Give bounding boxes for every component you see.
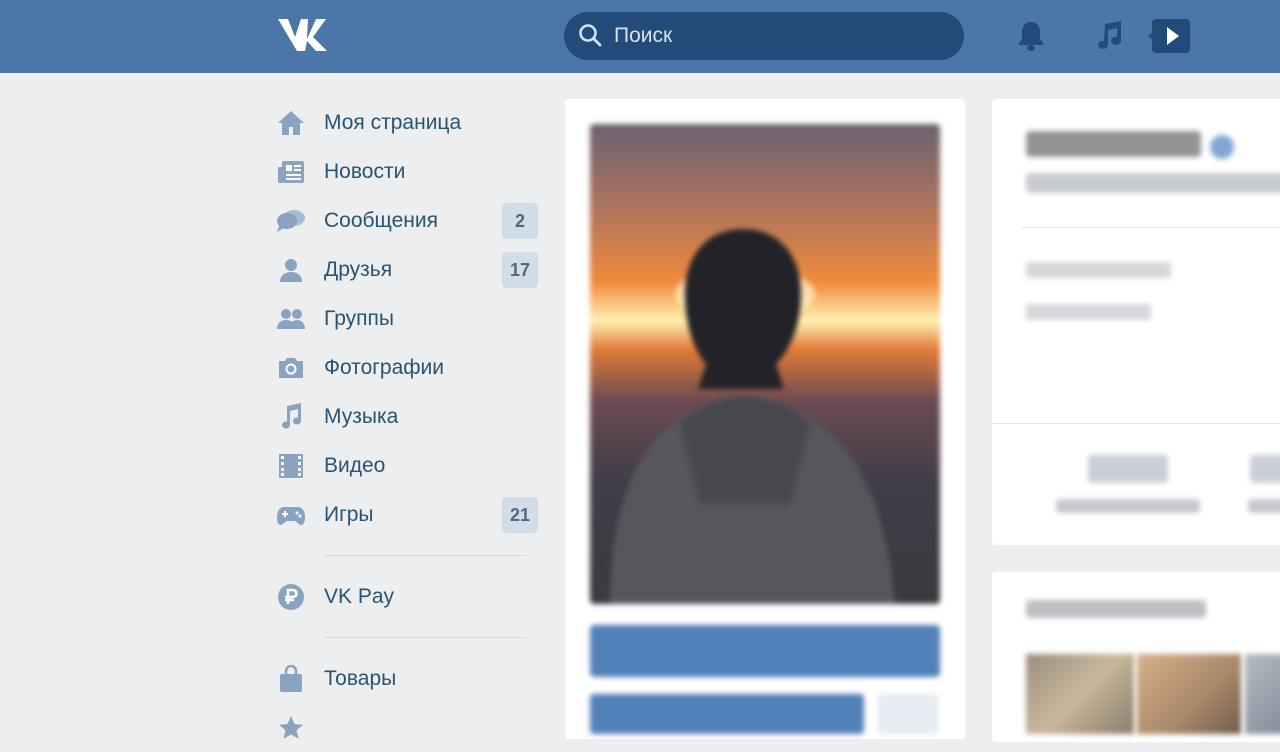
sidebar-item-label: Друзья	[324, 257, 393, 281]
sidebar-item-label: Группы	[324, 306, 394, 330]
groups-icon	[276, 304, 306, 334]
sidebar-item-label: Сообщения	[324, 208, 438, 232]
friends-count-badge: 17	[501, 252, 538, 288]
sidebar-item-partial[interactable]	[276, 703, 538, 752]
ruble-icon	[276, 582, 306, 612]
sidebar-item-my-page[interactable]: Моя страница	[276, 98, 538, 147]
sidebar-item-label: Видео	[324, 453, 386, 477]
photo-thumbnail[interactable]	[1137, 654, 1241, 734]
film-icon	[276, 451, 306, 481]
photo-thumbnail[interactable]	[1245, 654, 1280, 734]
top-header	[0, 0, 1280, 73]
profile-photo[interactable]	[590, 124, 940, 604]
followers-count-placeholder	[1088, 455, 1168, 483]
verified-icon	[1210, 135, 1234, 159]
workplace-label-placeholder	[1026, 304, 1151, 320]
friends-icon	[276, 255, 306, 285]
sidebar-item-label: Игры	[324, 502, 374, 526]
sidebar-item-news[interactable]: Новости	[276, 147, 538, 196]
sidebar-item-messages[interactable]: Сообщения 2	[276, 196, 538, 245]
sidebar-item-label: Товары	[324, 666, 397, 690]
sidebar-item-label: Новости	[324, 159, 406, 183]
messages-count-badge: 2	[502, 203, 538, 239]
followers-label-placeholder	[1056, 499, 1200, 513]
profile-info-card	[992, 99, 1280, 545]
sidebar-item-label: Фотографии	[324, 355, 445, 379]
profile-photos-card	[992, 572, 1280, 742]
sidebar-item-video[interactable]: Видео	[276, 441, 538, 490]
send-gift-button[interactable]	[590, 625, 940, 677]
sidebar-item-friends[interactable]: Друзья 17	[276, 245, 538, 294]
search-bar[interactable]	[564, 12, 964, 60]
vk-logo-icon[interactable]	[276, 16, 334, 54]
person-silhouette-icon	[610, 229, 895, 604]
star-icon	[276, 713, 306, 743]
music-player-icon[interactable]	[1092, 18, 1128, 54]
profile-action-button[interactable]	[590, 694, 864, 734]
games-count-badge: 21	[501, 497, 538, 533]
video-player-icon[interactable]	[1148, 18, 1192, 54]
home-icon	[276, 108, 306, 138]
search-icon	[579, 24, 602, 47]
messages-icon	[276, 206, 306, 236]
photo-thumbnail[interactable]	[1026, 654, 1134, 734]
birthday-label-placeholder	[1026, 262, 1171, 278]
news-icon	[276, 157, 306, 187]
shopping-bag-icon	[276, 664, 306, 694]
music-note-icon	[276, 402, 306, 432]
more-actions-button[interactable]	[878, 694, 938, 734]
friends-label-placeholder	[1248, 499, 1280, 513]
sidebar-item-goods[interactable]: Товары	[276, 654, 538, 703]
gamepad-icon	[276, 500, 306, 530]
sidebar-item-games[interactable]: Игры 21	[276, 490, 538, 539]
bell-icon[interactable]	[1013, 18, 1049, 54]
search-input[interactable]	[612, 23, 936, 49]
menu-divider	[324, 555, 526, 556]
sidebar-item-groups[interactable]: Группы	[276, 294, 538, 343]
left-menu: Моя страница Новости Сообщения 2 Друзья …	[276, 98, 538, 752]
photos-heading-placeholder	[1026, 600, 1206, 618]
counters-divider	[992, 423, 1280, 424]
sidebar-item-photos[interactable]: Фотографии	[276, 343, 538, 392]
sidebar-item-label: Моя страница	[324, 110, 462, 134]
profile-name-placeholder	[1026, 131, 1201, 157]
sidebar-item-label: VK Pay	[324, 584, 395, 608]
friends-count-placeholder	[1250, 455, 1280, 483]
sidebar-item-label: Музыка	[324, 404, 399, 428]
menu-divider	[324, 637, 526, 638]
camera-icon	[276, 353, 306, 383]
profile-status-placeholder	[1026, 173, 1280, 193]
sidebar-item-vk-pay[interactable]: VK Pay	[276, 572, 538, 621]
info-divider	[1022, 227, 1280, 228]
sidebar-item-music[interactable]: Музыка	[276, 392, 538, 441]
